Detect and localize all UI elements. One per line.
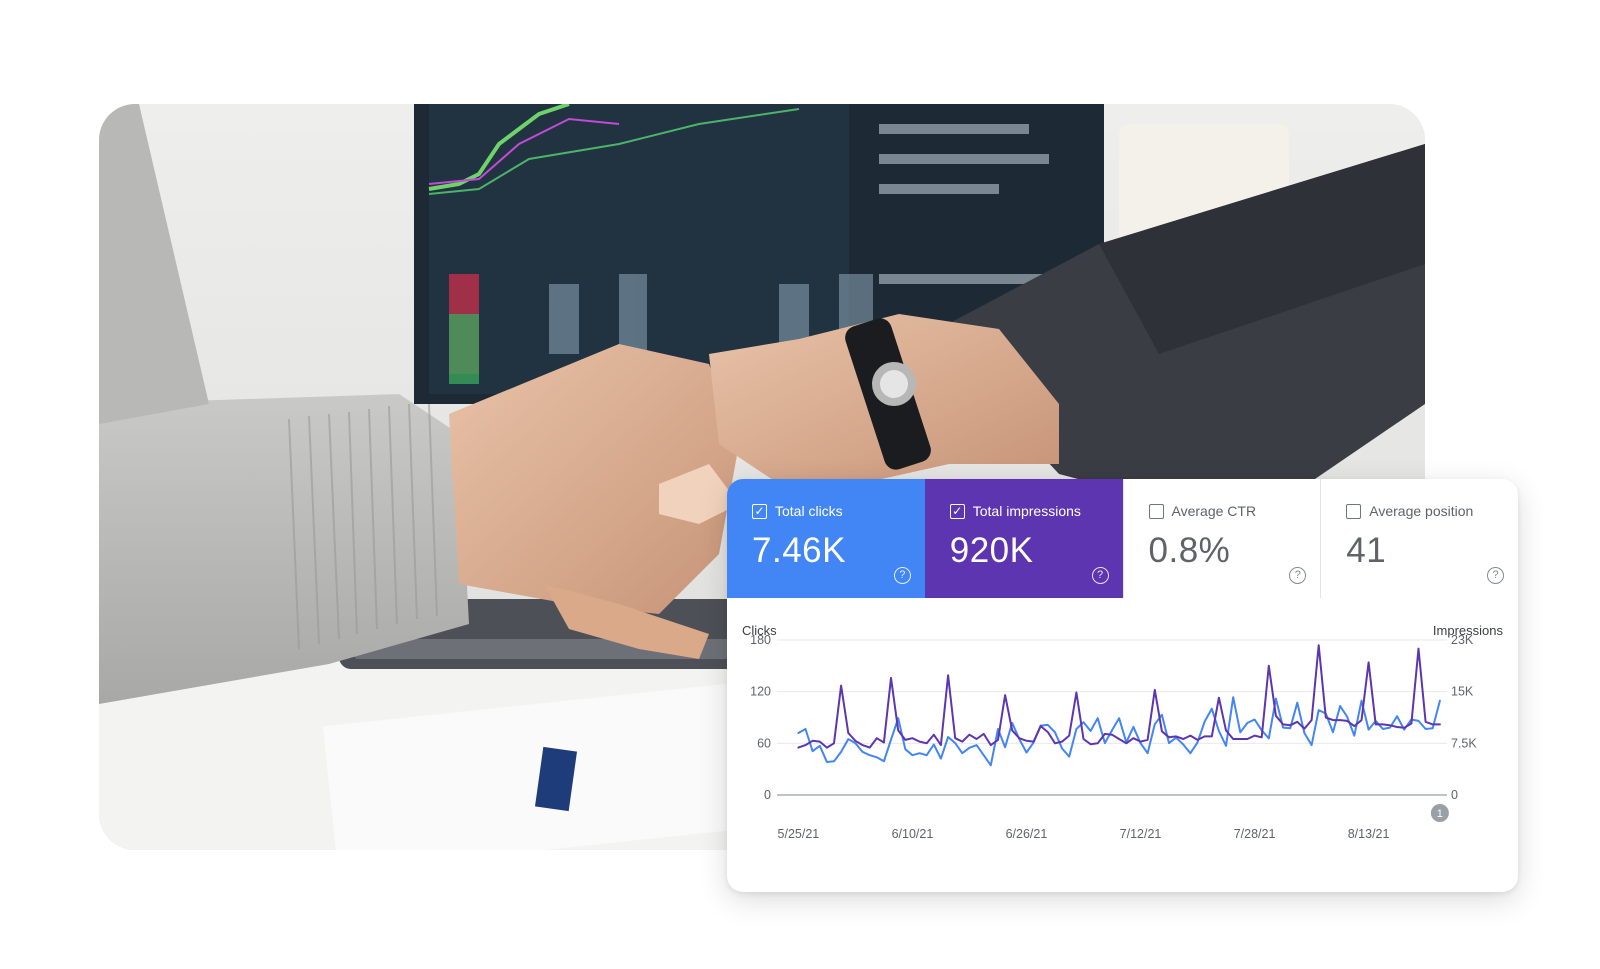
checkbox-unchecked[interactable] bbox=[1148, 503, 1164, 519]
metric-value: 41 bbox=[1346, 531, 1387, 570]
checkbox-checked[interactable]: ✓ bbox=[752, 503, 767, 519]
performance-chart-svg: Clicks Impressions 180120600 23K15K7.5K0… bbox=[742, 623, 1504, 841]
x-axis-tick-label: 8/13/21 bbox=[1348, 827, 1390, 841]
metric-tile-average-position[interactable]: Average position 41 ? bbox=[1320, 479, 1518, 598]
metric-label: Total clicks bbox=[775, 503, 843, 519]
metric-header: Average CTR bbox=[1148, 503, 1257, 519]
help-icon[interactable]: ? bbox=[893, 567, 911, 584]
checkbox-unchecked[interactable] bbox=[1346, 503, 1362, 519]
annotation-marker[interactable]: 1 bbox=[1430, 804, 1449, 822]
series-line-clicks bbox=[797, 644, 1441, 749]
checkbox-checked[interactable]: ✓ bbox=[949, 503, 965, 519]
left-axis-tick-label: 180 bbox=[750, 633, 771, 647]
x-axis-tick-label: 7/28/21 bbox=[1234, 827, 1276, 841]
metric-tile-total-clicks[interactable]: ✓ Total clicks 7.46K ? bbox=[727, 479, 925, 598]
metric-header: ✓ Total impressions bbox=[949, 503, 1081, 519]
metric-header: Average position bbox=[1346, 503, 1473, 519]
metric-label: Average CTR bbox=[1171, 503, 1257, 519]
metric-value: 0.8% bbox=[1148, 531, 1231, 570]
left-axis-tick-label: 120 bbox=[750, 685, 771, 699]
metric-tile-total-impressions[interactable]: ✓ Total impressions 920K ? bbox=[924, 479, 1123, 598]
x-axis-tick-label: 5/25/21 bbox=[778, 827, 820, 841]
help-icon[interactable]: ? bbox=[1289, 567, 1307, 584]
right-axis-tick-label: 0 bbox=[1451, 788, 1458, 802]
left-axis-tick-label: 60 bbox=[757, 736, 771, 750]
metric-header: ✓ Total clicks bbox=[752, 503, 843, 519]
metric-tiles: ✓ Total clicks 7.46K ? ✓ Total impressio… bbox=[727, 479, 1518, 598]
performance-card: ✓ Total clicks 7.46K ? ✓ Total impressio… bbox=[727, 479, 1518, 892]
check-icon: ✓ bbox=[754, 504, 765, 518]
help-icon[interactable]: ? bbox=[1091, 567, 1109, 584]
metric-label: Average position bbox=[1369, 503, 1474, 519]
annotation-label: 1 bbox=[1437, 808, 1443, 820]
help-icon[interactable]: ? bbox=[1487, 567, 1504, 584]
x-axis-tick-label: 6/26/21 bbox=[1006, 827, 1048, 841]
metric-value: 7.46K bbox=[752, 531, 846, 570]
right-axis-tick-label: 7.5K bbox=[1451, 736, 1477, 750]
x-axis-tick-label: 6/10/21 bbox=[892, 827, 934, 841]
performance-chart: Clicks Impressions 180 120 60 0 23K 15K 7.5K 0… bbox=[727, 599, 1518, 892]
right-axis-tick-label: 23K bbox=[1451, 633, 1474, 647]
x-axis-tick-label: 7/12/21 bbox=[1120, 827, 1162, 841]
left-axis-tick-label: 0 bbox=[764, 788, 771, 802]
metric-label: Total impressions bbox=[972, 503, 1081, 519]
metric-tile-average-ctr[interactable]: Average CTR 0.8% ? bbox=[1122, 479, 1321, 598]
metric-value: 920K bbox=[949, 531, 1034, 570]
right-axis-tick-label: 15K bbox=[1451, 685, 1474, 699]
check-icon: ✓ bbox=[952, 504, 963, 518]
